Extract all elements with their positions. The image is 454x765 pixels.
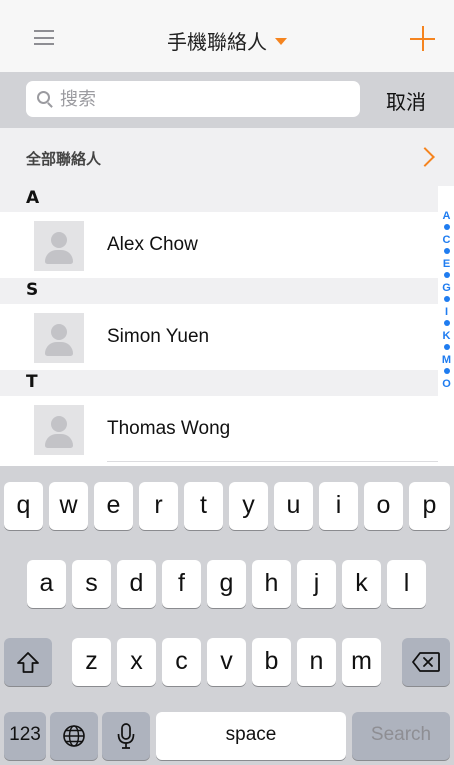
globe-key[interactable] [50, 712, 98, 760]
row-divider [107, 461, 438, 462]
index-dot [443, 248, 450, 254]
section-header-s: S [0, 278, 438, 304]
section-header-t: T [0, 370, 438, 396]
index-dot [443, 272, 450, 278]
contact-list[interactable]: A Alex Chow S Simon Yuen T Thomas Wong [0, 186, 438, 466]
key-r[interactable]: r [139, 482, 178, 530]
contact-row-alex-chow[interactable]: Alex Chow [0, 212, 438, 278]
key-a[interactable]: a [27, 560, 66, 608]
key-d[interactable]: d [117, 560, 156, 608]
contact-row-thomas-wong[interactable]: Thomas Wong [0, 396, 438, 462]
numbers-key[interactable]: 123 [4, 712, 46, 760]
cancel-button[interactable]: 取消 [386, 86, 426, 115]
shift-key[interactable] [4, 638, 52, 686]
key-z[interactable]: z [72, 638, 111, 686]
index-letter[interactable]: O [439, 378, 454, 390]
contact-name: Simon Yuen [107, 326, 210, 347]
index-dot [443, 368, 450, 374]
search-key[interactable]: Search [352, 712, 450, 760]
avatar-placeholder-icon [34, 405, 84, 455]
index-letter[interactable]: K [439, 330, 454, 342]
key-l[interactable]: l [387, 560, 426, 608]
space-key[interactable]: space [156, 712, 346, 760]
key-x[interactable]: x [117, 638, 156, 686]
index-letter[interactable]: E [439, 258, 454, 270]
keyboard: q w e r t y u i o p a s d f g h j k l z … [0, 466, 454, 765]
shift-icon [17, 652, 39, 673]
microphone-icon [117, 723, 135, 749]
index-dot [443, 344, 450, 350]
globe-icon [63, 725, 85, 747]
key-t[interactable]: t [184, 482, 223, 530]
key-c[interactable]: c [162, 638, 201, 686]
microphone-key[interactable] [102, 712, 150, 760]
key-i[interactable]: i [319, 482, 358, 530]
contact-name: Alex Chow [107, 234, 198, 255]
backspace-icon [412, 652, 440, 672]
chevron-right-icon [415, 147, 435, 167]
plus-icon[interactable] [410, 26, 435, 51]
key-f[interactable]: f [162, 560, 201, 608]
key-u[interactable]: u [274, 482, 313, 530]
avatar-placeholder-icon [34, 221, 84, 271]
index-letter[interactable]: G [439, 282, 454, 294]
nav-bar: 手機聯絡人 [0, 0, 454, 72]
key-y[interactable]: y [229, 482, 268, 530]
contact-row-simon-yuen[interactable]: Simon Yuen [0, 304, 438, 370]
key-m[interactable]: m [342, 638, 381, 686]
key-q[interactable]: q [4, 482, 43, 530]
nav-title-dropdown[interactable]: 手機聯絡人 [0, 26, 454, 55]
section-letter: T [26, 372, 38, 392]
alphabet-index[interactable]: A C E G I K M O [439, 210, 454, 466]
key-v[interactable]: v [207, 638, 246, 686]
key-o[interactable]: o [364, 482, 403, 530]
key-h[interactable]: h [252, 560, 291, 608]
all-contacts-label: 全部聯絡人 [26, 150, 102, 168]
index-letter[interactable]: M [439, 354, 454, 366]
index-letter[interactable]: C [439, 234, 454, 246]
key-j[interactable]: j [297, 560, 336, 608]
key-p[interactable]: p [409, 482, 450, 530]
key-g[interactable]: g [207, 560, 246, 608]
search-box[interactable] [26, 81, 360, 117]
key-b[interactable]: b [252, 638, 291, 686]
key-s[interactable]: s [72, 560, 111, 608]
section-letter: S [26, 280, 39, 300]
index-letter[interactable]: A [439, 210, 454, 222]
avatar-placeholder-icon [34, 313, 84, 363]
search-icon [37, 91, 50, 104]
key-e[interactable]: e [94, 482, 133, 530]
all-contacts-row[interactable]: 全部聯絡人 [0, 128, 454, 186]
section-letter: A [26, 188, 40, 208]
index-dot [443, 224, 450, 230]
index-dot [443, 296, 450, 302]
backspace-key[interactable] [402, 638, 450, 686]
search-input[interactable] [60, 86, 350, 112]
index-letter[interactable]: I [439, 306, 454, 318]
key-n[interactable]: n [297, 638, 336, 686]
key-k[interactable]: k [342, 560, 381, 608]
key-w[interactable]: w [49, 482, 88, 530]
section-header-a: A [0, 186, 438, 212]
index-dot [443, 320, 450, 326]
nav-title-label: 手機聯絡人 [167, 30, 267, 54]
caret-down-icon [275, 38, 287, 45]
contact-name: Thomas Wong [107, 418, 231, 439]
search-bar: 取消 [0, 72, 454, 128]
